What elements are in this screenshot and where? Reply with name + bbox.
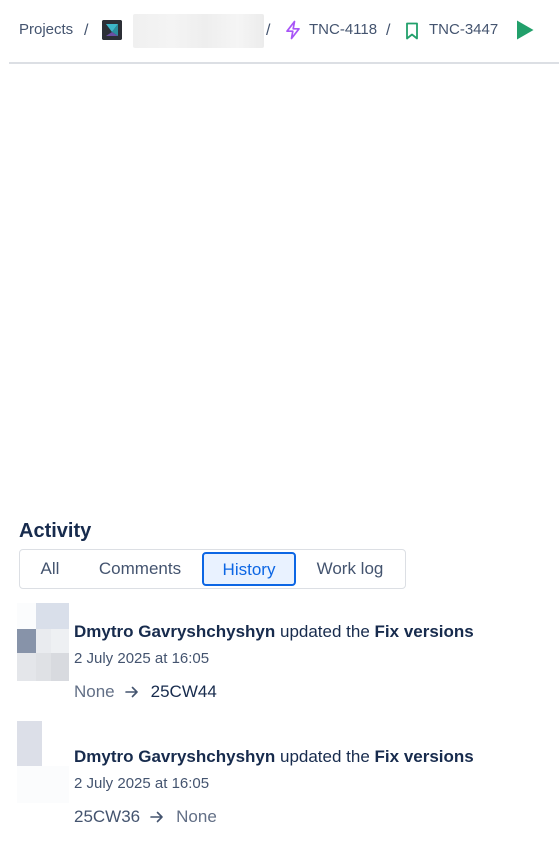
breadcrumb-epic-link[interactable]: TNC-4118 [309, 20, 377, 40]
new-value: None [176, 807, 217, 826]
breadcrumb-separator: / [266, 22, 271, 39]
tab-comments[interactable]: Comments [82, 550, 198, 588]
history-entry-change: 25CW36 None [74, 806, 217, 829]
action-verb: updated the [279, 622, 370, 641]
history-entry-summary: Dmytro Gavryshchyshyn updated the Fix ve… [74, 746, 474, 768]
avatar[interactable] [17, 603, 69, 681]
breadcrumb-separator: / [386, 22, 391, 39]
tab-history[interactable]: History [202, 552, 296, 586]
history-entry-change: None 25CW44 [74, 681, 217, 704]
changed-field: Fix versions [374, 622, 474, 641]
avatar[interactable] [17, 721, 69, 803]
tab-work-log[interactable]: Work log [303, 550, 397, 588]
play-icon[interactable] [515, 19, 535, 46]
old-value: None [74, 682, 115, 701]
project-name-redacted[interactable] [133, 14, 264, 48]
breadcrumb-story-link[interactable]: TNC-3447 [429, 20, 498, 40]
history-entry-timestamp: 2 July 2025 at 16:05 [74, 650, 210, 667]
arrow-right-icon [124, 682, 139, 704]
action-verb: updated the [279, 747, 370, 766]
story-bookmark-icon [405, 22, 419, 45]
arrow-right-icon [150, 807, 164, 829]
breadcrumb-separator: / [84, 22, 89, 39]
project-avatar-icon[interactable] [102, 20, 122, 40]
activity-heading: Activity [19, 520, 92, 542]
new-value: 25CW44 [150, 682, 217, 701]
history-entry-timestamp: 2 July 2025 at 16:05 [74, 775, 210, 792]
old-value: 25CW36 [74, 807, 141, 826]
author-name[interactable]: Dmytro Gavryshchyshyn [74, 747, 275, 766]
breadcrumb-projects-link[interactable]: Projects [19, 20, 73, 40]
activity-tabs: All Comments History Work log [19, 549, 406, 589]
epic-lightning-icon [284, 20, 302, 45]
breadcrumb: Projects / / TNC-4118 / TNC-3447 [9, 0, 559, 64]
author-name[interactable]: Dmytro Gavryshchyshyn [74, 622, 275, 641]
tab-all[interactable]: All [24, 550, 76, 588]
history-entry-summary: Dmytro Gavryshchyshyn updated the Fix ve… [74, 621, 474, 643]
changed-field: Fix versions [374, 747, 474, 766]
